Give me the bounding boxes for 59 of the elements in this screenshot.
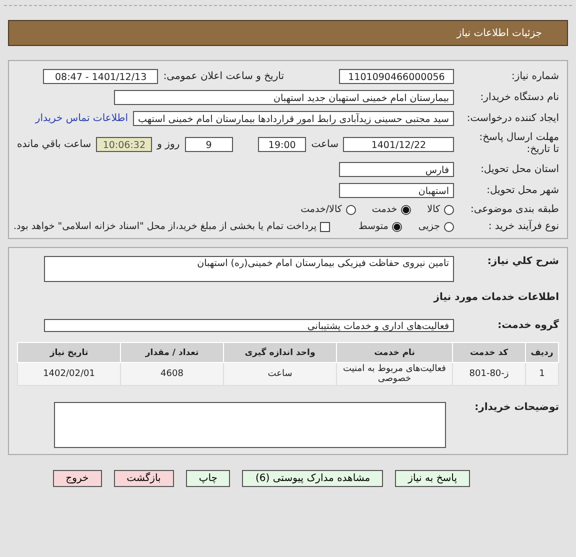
announce-date-field: 1401/12/13 - 08:47	[43, 69, 158, 84]
field-label: ساعت باقي مانده	[17, 138, 92, 150]
radio-label: متوسط	[358, 221, 388, 232]
action-button[interactable]: چاپ	[186, 470, 230, 487]
requester-field: سید مجتبی حسینی زیدآبادی رابط امور قراردادها بیمارستان امام خمینی استهب	[133, 111, 454, 126]
field-label: توضیحات خریدار:	[474, 402, 559, 413]
field-label: گروه خدمت:	[496, 320, 559, 331]
table-cell: فعالیت‌های مربوط به امنیت خصوصی	[336, 362, 452, 386]
need-number-field: 1101090466000056	[339, 69, 454, 84]
table-cell: 1402/02/01	[18, 362, 120, 386]
field-label: شهر محل تحویل:	[486, 185, 559, 196]
column-header: تعداد / مقدار	[120, 342, 224, 362]
header-title: جزئیات اطلاعات نیاز	[456, 28, 542, 38]
column-header: کد خدمت	[452, 342, 526, 362]
section-title: اطلاعات خدمات مورد نیاز	[434, 292, 559, 303]
action-button[interactable]: مشاهده مدارک پیوستی (6)	[242, 470, 384, 487]
field-label: شماره نیاز:	[510, 71, 559, 82]
table-cell: ز-80-801	[452, 362, 526, 386]
table-cell: 4608	[120, 362, 224, 386]
table-cell: ساعت	[224, 362, 336, 386]
radio-label: کالا	[427, 204, 440, 215]
column-header: ردیف	[526, 342, 558, 362]
field-label: تاریخ و ساعت اعلان عمومی:	[163, 71, 284, 82]
action-button[interactable]: خروج	[52, 470, 102, 487]
province-field: فارس	[339, 162, 454, 177]
field-label: روز و	[157, 138, 180, 150]
field-label: نوع فرآیند خرید :	[487, 221, 559, 232]
deadline-time-field: 19:00	[258, 136, 306, 152]
field-label: استان محل تحویل:	[480, 164, 559, 175]
action-button[interactable]: بازگشت	[114, 470, 174, 487]
service-group-field: فعالیت‌های اداری و خدمات پشتیبانی	[44, 319, 454, 332]
deadline-date-field: 1401/12/22	[343, 136, 454, 152]
radio-button[interactable]	[392, 222, 402, 232]
field-label: نام دستگاه خریدار:	[479, 92, 559, 103]
radio-label: جزیی	[418, 221, 440, 232]
checkbox-label: پرداخت تمام یا بخشی از مبلغ خرید،از محل "اسناد خزانه اسلامی" خواهد بود.	[14, 221, 316, 232]
field-label: شرح کلي نياز:	[486, 256, 559, 267]
column-header: واحد اندازه گیری	[224, 342, 336, 362]
action-button[interactable]: پاسخ به نیاز	[395, 470, 470, 487]
checkbox[interactable]	[320, 222, 330, 232]
field-label: مهلت ارسال پاسخ: تا تاریخ:	[479, 132, 559, 156]
contact-link[interactable]: اطلاعات تماس خریدار	[35, 113, 128, 124]
radio-label: خدمت	[372, 204, 398, 215]
days-field: 9	[184, 136, 233, 152]
field-label: طبقه بندی موضوعی:	[470, 204, 559, 215]
radio-label: کالا/خدمت	[300, 204, 342, 215]
city-field: استهبان	[339, 183, 454, 198]
remaining-time-field: 10:06:32	[96, 136, 152, 152]
field-label: ساعت	[311, 138, 338, 150]
column-header: تاریخ نیاز	[18, 342, 120, 362]
buyer-field: بیمارستان امام خمینی استهبان جدید استهبان	[114, 90, 454, 105]
radio-button[interactable]	[444, 204, 454, 214]
radio-button[interactable]	[346, 204, 356, 214]
table-cell: 1	[526, 362, 558, 386]
column-header: نام خدمت	[336, 342, 452, 362]
field-label: ایجاد کننده درخواست:	[466, 113, 559, 124]
radio-button[interactable]	[401, 204, 412, 214]
radio-button[interactable]	[444, 222, 454, 232]
description-field: تامین نیروی حفاظت فیزیکی بیمارستان امام خمینی(ره) استهبان	[44, 256, 454, 282]
